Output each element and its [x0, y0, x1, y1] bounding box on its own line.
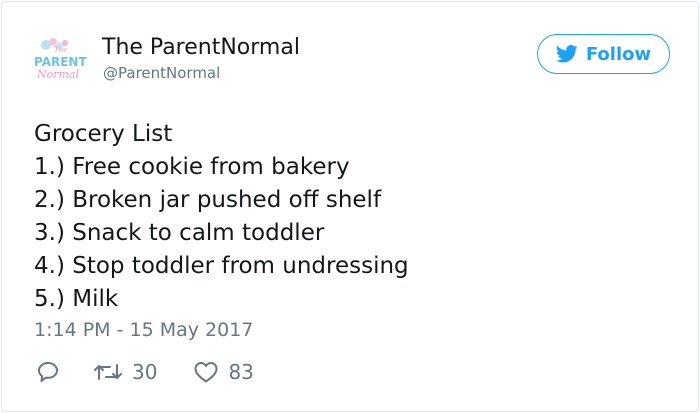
tweet-line: 4.) Stop toddler from undressing [34, 253, 409, 279]
follow-label: Follow [585, 43, 652, 65]
heart-icon [194, 362, 218, 383]
avatar[interactable]: The PARENT Normal [32, 36, 90, 82]
like-button[interactable]: 83 [193, 360, 254, 384]
reply-button[interactable] [36, 360, 60, 384]
parentnormal-logo: The PARENT Normal [34, 38, 87, 81]
tweet-line: 1.) Free cookie from bakery [34, 154, 350, 180]
retweet-icon [94, 364, 122, 380]
profile-handle[interactable]: @ParentNormal [103, 64, 220, 82]
tweet-text: Grocery List 1.) Free cookie from bakery… [34, 118, 674, 316]
tweet-timestamp[interactable]: 1:14 PM - 15 May 2017 [34, 319, 253, 341]
profile-name[interactable]: The ParentNormal [102, 35, 300, 60]
tweet-line: 2.) Broken jar pushed off shelf [34, 187, 382, 213]
svg-text:PARENT: PARENT [34, 55, 87, 69]
like-count: 83 [228, 360, 254, 384]
svg-text:Normal: Normal [36, 68, 79, 81]
svg-text:The: The [54, 46, 67, 54]
reply-icon [38, 362, 58, 382]
tweet-line: 5.) Milk [34, 286, 119, 312]
tweet-line: 3.) Snack to calm toddler [34, 220, 325, 246]
tweet-actions: 30 83 [36, 358, 254, 386]
follow-button[interactable]: Follow [537, 34, 670, 74]
retweet-count: 30 [132, 360, 158, 384]
retweet-button[interactable]: 30 [93, 360, 157, 384]
twitter-bird-icon [556, 45, 578, 63]
tweet-line: Grocery List [34, 121, 173, 147]
tweet-card: The PARENT Normal The ParentNormal @Pare… [1, 1, 699, 412]
